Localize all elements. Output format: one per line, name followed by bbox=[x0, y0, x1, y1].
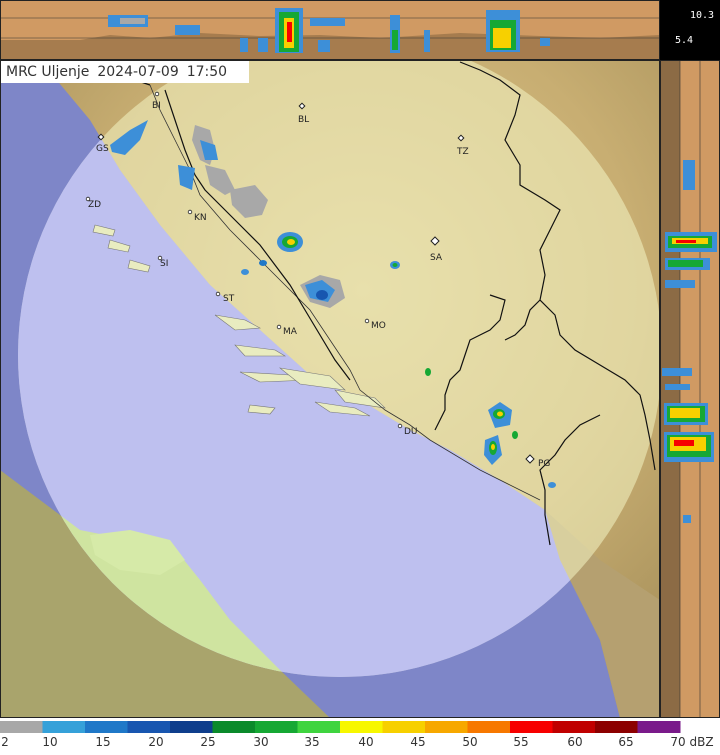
legend-tick-label: 2 bbox=[1, 735, 9, 749]
legend-swatch bbox=[637, 721, 681, 733]
legend-tick-label: 55 bbox=[513, 735, 529, 749]
legend-swatch bbox=[85, 721, 128, 733]
city-marker-st bbox=[215, 291, 221, 297]
legend-swatch bbox=[170, 721, 213, 733]
legend-swatch bbox=[297, 721, 341, 733]
legend-swatch bbox=[510, 721, 553, 733]
city-label-ma: MA bbox=[283, 327, 298, 337]
scan-time: 17:50 bbox=[186, 64, 228, 80]
legend-swatch bbox=[340, 721, 383, 733]
height-middle-label: 5.4 bbox=[675, 35, 694, 46]
legend-swatch bbox=[0, 721, 43, 733]
legend-tick-label: 35 bbox=[304, 735, 320, 749]
legend-swatch bbox=[595, 721, 638, 733]
city-label-sa: SA bbox=[430, 253, 443, 263]
legend-swatch bbox=[425, 721, 468, 733]
legend-swatch bbox=[212, 721, 256, 733]
city-label-zd: ZD bbox=[88, 200, 101, 210]
radar-display: BI BL GS TZ ZD KN SA SI ST MO MA DU PG MRC Uljenje 20… bbox=[0, 0, 720, 751]
city-marker-bi bbox=[154, 91, 160, 97]
city-label-du: DU bbox=[404, 427, 418, 437]
legend-tick-label: 50 bbox=[462, 735, 478, 749]
city-label-bi: BI bbox=[152, 101, 161, 111]
radar-map-svg: BI BL GS TZ ZD KN SA SI ST MO MA DU PG bbox=[0, 0, 720, 733]
city-marker-ma bbox=[276, 324, 282, 330]
legend-tick-label: 15 bbox=[95, 735, 111, 749]
legend-tick-label: 20 bbox=[148, 735, 164, 749]
legend-swatch bbox=[42, 721, 86, 733]
city-label-st: ST bbox=[223, 294, 235, 304]
legend-tick-label: 10 bbox=[42, 735, 58, 749]
city-label-bl: BL bbox=[298, 115, 309, 125]
legend-swatch bbox=[255, 721, 298, 733]
height-scale-box bbox=[660, 0, 720, 60]
top-cross-section bbox=[0, 0, 660, 60]
city-label-kn: KN bbox=[194, 213, 207, 223]
dbz-color-legend bbox=[0, 721, 681, 733]
city-label-tz: TZ bbox=[456, 147, 469, 157]
right-cross-section bbox=[660, 60, 720, 718]
legend-tick-label: 25 bbox=[200, 735, 216, 749]
city-label-mo: MO bbox=[371, 321, 386, 331]
legend-swatch bbox=[467, 721, 511, 733]
scan-date: 2024-07-09 bbox=[97, 64, 179, 80]
legend-tick-label: 40 bbox=[358, 735, 374, 749]
legend-tick-label: 60 bbox=[567, 735, 583, 749]
legend-swatch bbox=[552, 721, 596, 733]
city-label-pg: PG bbox=[538, 459, 550, 469]
legend-tick-label: 30 bbox=[253, 735, 269, 749]
city-marker-kn bbox=[187, 209, 193, 215]
legend-tick-label: 45 bbox=[410, 735, 426, 749]
city-label-gs: GS bbox=[96, 144, 109, 154]
legend-swatch bbox=[127, 721, 171, 733]
city-label-si: SI bbox=[160, 259, 168, 269]
legend-tick-label: 65 bbox=[618, 735, 634, 749]
radar-title: MRC Uljenje 2024-07-09 17:50 bbox=[1, 61, 249, 83]
city-marker-du bbox=[397, 423, 403, 429]
station-name: MRC Uljenje bbox=[6, 64, 90, 80]
legend-swatch bbox=[382, 721, 426, 733]
legend-unit-label: 70 dBZ bbox=[670, 735, 714, 749]
city-marker-mo bbox=[364, 318, 370, 324]
height-top-label: 10.3 bbox=[690, 10, 715, 21]
